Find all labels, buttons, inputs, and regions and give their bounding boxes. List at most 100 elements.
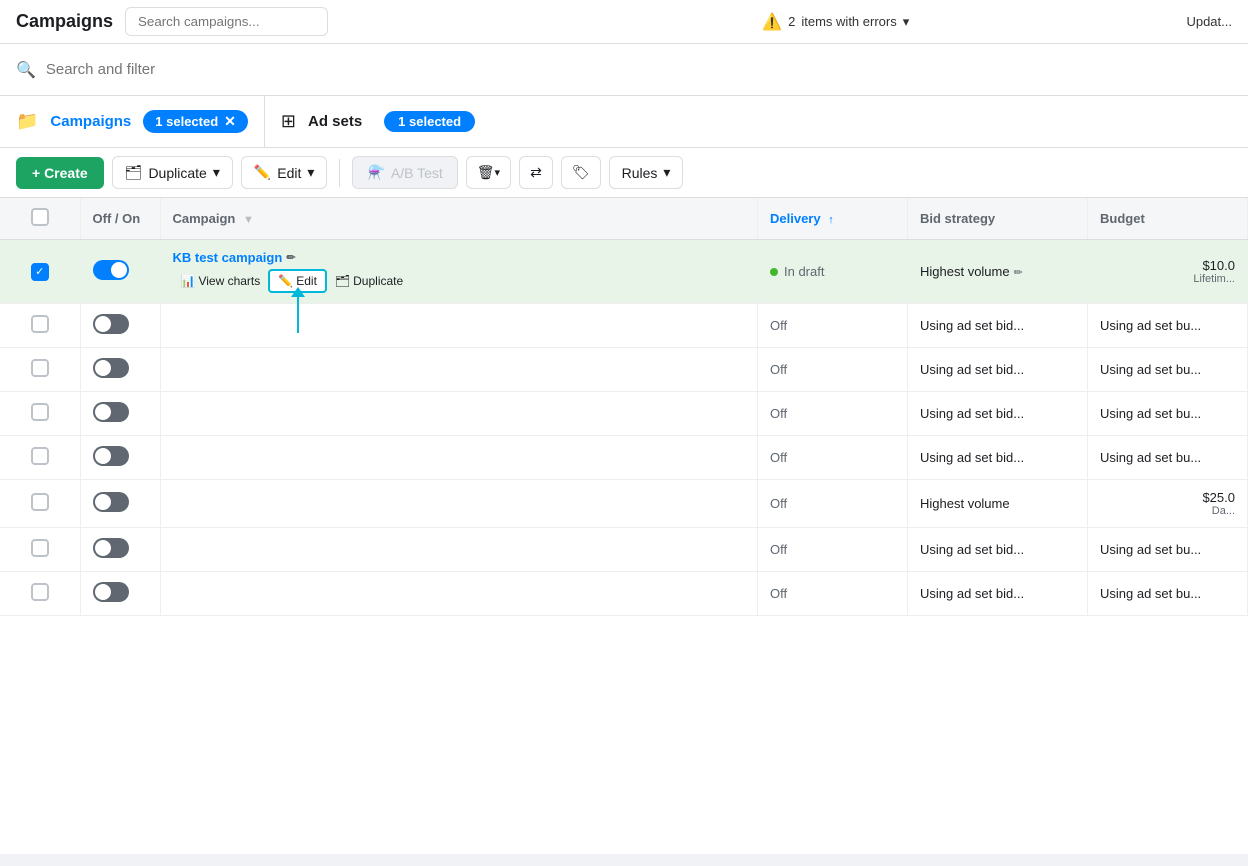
row-budget-cell: Using ad set bu... bbox=[1088, 392, 1248, 436]
row-bid-cell: Using ad set bid... bbox=[908, 528, 1088, 572]
row-budget-cell: Using ad set bu... bbox=[1088, 528, 1248, 572]
bid-strategy-value: Using ad set bid... bbox=[920, 450, 1024, 465]
errors-count: 2 bbox=[788, 14, 795, 29]
bid-edit-icon[interactable]: ✏ bbox=[1014, 267, 1023, 279]
tag-button[interactable]: 🏷 bbox=[561, 156, 601, 189]
row-campaign-cell bbox=[160, 304, 758, 348]
header-delivery[interactable]: Delivery ↑ bbox=[758, 198, 908, 240]
update-label: Updat... bbox=[1186, 14, 1232, 29]
adsets-tab-section: ⊞ Ad sets 1 selected bbox=[265, 96, 1248, 147]
row-budget-cell: Using ad set bu... bbox=[1088, 572, 1248, 616]
errors-badge[interactable]: ⚠️ 2 items with errors ▾ bbox=[762, 12, 909, 32]
tag-icon: 🏷 bbox=[572, 164, 590, 181]
adsets-selected-count: 1 selected bbox=[398, 114, 461, 129]
inline-duplicate-button[interactable]: 🗂Duplicate bbox=[327, 271, 411, 291]
campaign-name-link[interactable]: KB test campaign ✏ bbox=[173, 250, 296, 265]
duplicate-button[interactable]: 🗂 Duplicate ▾ bbox=[112, 156, 233, 189]
row-checkbox-cell bbox=[0, 480, 80, 528]
delivery-status: In draft bbox=[784, 264, 824, 279]
campaign-sort-icon[interactable]: ▼ bbox=[243, 214, 254, 226]
campaigns-icon: 📁 bbox=[16, 111, 38, 132]
bid-strategy-value: Using ad set bid... bbox=[920, 318, 1024, 333]
edit-button[interactable]: ✏️ Edit ▾ bbox=[241, 156, 328, 189]
delivery-status: Off bbox=[770, 406, 787, 421]
delivery-status: Off bbox=[770, 542, 787, 557]
row-campaign-cell bbox=[160, 348, 758, 392]
budget-value: Using ad set bu... bbox=[1100, 450, 1201, 465]
campaign-name-edit-icon[interactable]: ✏ bbox=[286, 251, 295, 264]
row-budget-cell: Using ad set bu... bbox=[1088, 304, 1248, 348]
row-checkbox[interactable] bbox=[31, 493, 49, 511]
budget-note: Lifetim... bbox=[1100, 273, 1235, 285]
table-row: Off Using ad set bid... Using ad set bu... bbox=[0, 392, 1248, 436]
campaigns-tab-section: 📁 Campaigns 1 selected ✕ bbox=[0, 96, 265, 147]
row-checkbox[interactable]: ✓ bbox=[31, 263, 49, 281]
campaigns-deselect-icon[interactable]: ✕ bbox=[224, 113, 236, 130]
adsets-grid-icon: ⊞ bbox=[281, 111, 296, 132]
row-toggle[interactable] bbox=[93, 260, 129, 280]
header-bid-strategy: Bid strategy bbox=[908, 198, 1088, 240]
row-toggle[interactable] bbox=[93, 446, 129, 466]
row-checkbox[interactable] bbox=[31, 315, 49, 333]
campaigns-table: Off / On Campaign ▼ Delivery ↑ Bid strat… bbox=[0, 198, 1248, 854]
toolbar-divider bbox=[339, 159, 340, 187]
create-button[interactable]: + Create bbox=[16, 157, 104, 189]
row-toggle[interactable] bbox=[93, 492, 129, 512]
campaigns-selected-badge[interactable]: 1 selected ✕ bbox=[143, 110, 248, 133]
row-toggle[interactable] bbox=[93, 538, 129, 558]
campaigns-selected-count: 1 selected bbox=[155, 114, 218, 129]
transfer-button[interactable]: ⇄ bbox=[519, 156, 553, 189]
row-toggle-cell bbox=[80, 480, 160, 528]
errors-chevron-icon: ▾ bbox=[903, 14, 910, 30]
row-checkbox-cell bbox=[0, 304, 80, 348]
adsets-tab-label[interactable]: Ad sets bbox=[308, 113, 362, 130]
row-checkbox-cell bbox=[0, 436, 80, 480]
view-charts-button[interactable]: 📊 View charts bbox=[173, 271, 269, 291]
delivery-dot-green bbox=[770, 268, 778, 276]
table-row: OffUsing ad set bid...Using ad set bu... bbox=[0, 572, 1248, 616]
row-toggle[interactable] bbox=[93, 314, 129, 334]
row-checkbox-cell bbox=[0, 528, 80, 572]
bid-strategy-value: Using ad set bid... bbox=[920, 542, 1024, 557]
row-checkbox[interactable] bbox=[31, 539, 49, 557]
campaigns-tab-label[interactable]: Campaigns bbox=[50, 113, 131, 130]
row-toggle[interactable] bbox=[93, 402, 129, 422]
delivery-status: Off bbox=[770, 586, 787, 601]
top-search-input[interactable] bbox=[125, 7, 328, 36]
row-checkbox[interactable] bbox=[31, 359, 49, 377]
budget-note: Da... bbox=[1100, 505, 1235, 517]
row-toggle-cell bbox=[80, 240, 160, 304]
header-checkbox-cell bbox=[0, 198, 80, 240]
rules-button[interactable]: Rules ▾ bbox=[609, 156, 684, 189]
row-checkbox[interactable] bbox=[31, 447, 49, 465]
search-icon: 🔍 bbox=[16, 60, 36, 80]
row-budget-cell: Using ad set bu... bbox=[1088, 348, 1248, 392]
duplicate-icon: 🗂 bbox=[125, 164, 143, 181]
inline-actions: 📊 View charts✏️Edit🗂Duplicate bbox=[173, 269, 746, 293]
edit-pencil-icon: ✏️ bbox=[254, 164, 271, 181]
row-toggle-cell bbox=[80, 528, 160, 572]
select-all-checkbox[interactable] bbox=[31, 208, 49, 226]
bid-strategy-value: Using ad set bid... bbox=[920, 406, 1024, 421]
delete-button[interactable]: 🗑 ▾ bbox=[466, 156, 511, 189]
row-campaign-cell bbox=[160, 436, 758, 480]
budget-value: Using ad set bu... bbox=[1100, 542, 1201, 557]
row-checkbox-cell bbox=[0, 572, 80, 616]
duplicate-small-icon: 🗂 bbox=[335, 274, 350, 288]
row-checkbox[interactable] bbox=[31, 403, 49, 421]
row-checkbox-cell bbox=[0, 392, 80, 436]
top-bar: Campaigns ⚠️ 2 items with errors ▾ Updat… bbox=[0, 0, 1248, 44]
row-bid-cell: Using ad set bid... bbox=[908, 348, 1088, 392]
rules-chevron-icon: ▾ bbox=[663, 164, 670, 181]
budget-value: Using ad set bu... bbox=[1100, 318, 1201, 333]
adsets-selected-badge[interactable]: 1 selected bbox=[384, 111, 475, 132]
budget-value: Using ad set bu... bbox=[1100, 406, 1201, 421]
row-checkbox[interactable] bbox=[31, 583, 49, 601]
row-toggle[interactable] bbox=[93, 582, 129, 602]
search-input[interactable] bbox=[46, 61, 1232, 78]
row-campaign-cell: KB test campaign ✏ 📊 View charts✏️Edit🗂Du… bbox=[160, 240, 758, 304]
row-budget-cell: $25.0Da... bbox=[1088, 480, 1248, 528]
row-toggle[interactable] bbox=[93, 358, 129, 378]
row-campaign-cell bbox=[160, 480, 758, 528]
row-toggle-cell bbox=[80, 572, 160, 616]
